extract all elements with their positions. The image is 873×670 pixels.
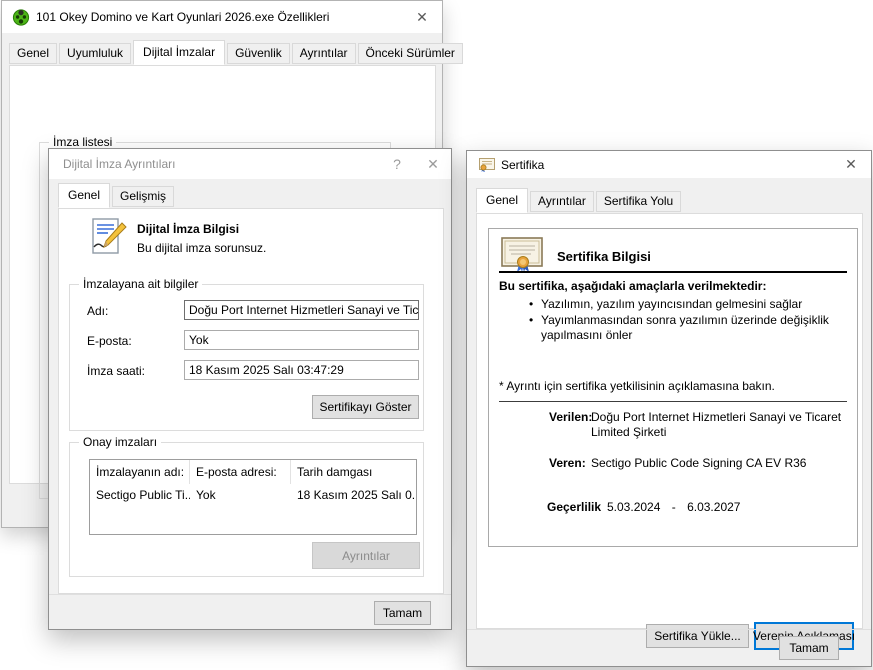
- heading-divider: [499, 271, 847, 273]
- signature-details-page: Dijital İmza Bilgisi Bu dijital imza sor…: [58, 208, 444, 594]
- countersignatures-table: İmzalayanın adı: E-posta adresi: Tarih d…: [89, 459, 417, 535]
- close-icon[interactable]: ✕: [402, 1, 442, 33]
- bullet-icon: •: [529, 313, 541, 343]
- countersignatures-group-label: Onay imzaları: [79, 435, 161, 449]
- column-header-signer[interactable]: İmzalayanın adı:: [90, 460, 190, 484]
- footer-divider: [467, 629, 871, 630]
- email-label: E-posta:: [87, 334, 132, 348]
- ok-button[interactable]: Tamam: [374, 601, 431, 625]
- signing-time-field[interactable]: 18 Kasım 2025 Salı 03:47:29: [184, 360, 419, 380]
- signature-document-icon: [88, 217, 128, 257]
- ca-statement-footnote: * Ayrıntı için sertifika yetkilisinin aç…: [499, 379, 775, 393]
- tab-guvenlik[interactable]: Güvenlik: [227, 43, 290, 64]
- view-certificate-button[interactable]: Sertifikayı Göster: [312, 395, 419, 419]
- certificate-window-title: Sertifika: [501, 158, 544, 172]
- signature-status-text: Bu dijital imza sorunsuz.: [137, 241, 266, 255]
- properties-window-title: 101 Okey Domino ve Kart Oyunlari 2026.ex…: [36, 10, 329, 24]
- countersigner-timestamp-cell: 18 Kasım 2025 Salı 0...: [291, 484, 416, 506]
- valid-from: 5.03.2024: [607, 500, 660, 514]
- tab-sertifika-yolu[interactable]: Sertifika Yolu: [596, 191, 681, 212]
- help-icon[interactable]: ?: [379, 149, 415, 179]
- signature-details-title: Dijital İmza Ayrıntıları: [63, 157, 175, 171]
- ok-button[interactable]: Tamam: [779, 636, 839, 660]
- tab-genel[interactable]: Genel: [9, 43, 57, 64]
- countersignatures-header: İmzalayanın adı: E-posta adresi: Tarih d…: [90, 460, 416, 484]
- issued-by-label: Veren:: [549, 456, 586, 470]
- list-item: • Yazılımın, yazılım yayıncısından gelme…: [529, 297, 829, 312]
- exe-app-icon: [12, 8, 30, 26]
- signing-time-label: İmza saati:: [87, 364, 145, 378]
- tab-dijital-imzalar[interactable]: Dijital İmzalar: [133, 40, 225, 65]
- certificate-icon: [479, 158, 495, 172]
- column-header-timestamp[interactable]: Tarih damgası: [291, 460, 416, 484]
- list-item: • Yayımlanmasından sonra yazılımın üzeri…: [529, 313, 829, 343]
- details-button[interactable]: Ayrıntılar: [312, 542, 420, 569]
- tab-ayrintilar[interactable]: Ayrıntılar: [530, 191, 594, 212]
- fields-divider: [499, 401, 847, 402]
- tab-gelismis[interactable]: Gelişmiş: [112, 186, 174, 207]
- purpose-title: Bu sertifika, aşağıdaki amaçlarla verilm…: [499, 279, 766, 293]
- signature-info-heading: Dijital İmza Bilgisi: [137, 222, 239, 236]
- certificate-large-icon: [501, 237, 543, 273]
- name-field[interactable]: Doğu Port Internet Hizmetleri Sanayi ve …: [184, 300, 419, 320]
- certificate-titlebar: Sertifika ✕: [467, 151, 871, 178]
- bullet-icon: •: [529, 297, 541, 312]
- tab-ayrintilar[interactable]: Ayrıntılar: [292, 43, 356, 64]
- valid-to: 6.03.2027: [687, 500, 740, 514]
- certificate-page: Sertifika Bilgisi Bu sertifika, aşağıdak…: [476, 213, 863, 629]
- certificate-dialog: Sertifika ✕ Genel Ayrıntılar Sertifika Y…: [466, 150, 872, 667]
- close-icon[interactable]: ✕: [415, 149, 451, 179]
- validity-label: Geçerlilik: [547, 500, 601, 514]
- properties-tabstrip: Genel Uyumluluk Dijital İmzalar Güvenlik…: [9, 40, 465, 64]
- countersigner-email-cell: Yok: [190, 484, 291, 506]
- email-field[interactable]: Yok: [184, 330, 419, 350]
- purpose-list: • Yazılımın, yazılım yayıncısından gelme…: [529, 297, 829, 344]
- tab-genel[interactable]: Genel: [476, 188, 528, 213]
- column-header-email[interactable]: E-posta adresi:: [190, 460, 291, 484]
- signature-details-dialog: Dijital İmza Ayrıntıları ? ✕ Genel Geliş…: [48, 148, 452, 630]
- validity-value: 5.03.2024 - 6.03.2027: [607, 500, 859, 515]
- issued-to-label: Verilen:: [549, 410, 592, 424]
- close-icon[interactable]: ✕: [831, 151, 871, 178]
- signer-info-group-label: İmzalayana ait bilgiler: [79, 277, 202, 291]
- signature-details-titlebar: Dijital İmza Ayrıntıları ? ✕: [49, 149, 451, 179]
- purpose-text: Yayımlanmasından sonra yazılımın üzerind…: [541, 313, 829, 343]
- footer-divider: [49, 594, 451, 595]
- properties-titlebar: 101 Okey Domino ve Kart Oyunlari 2026.ex…: [2, 1, 442, 33]
- issued-to-value: Doğu Port Internet Hizmetleri Sanayi ve …: [591, 410, 843, 440]
- valid-dash: -: [672, 500, 676, 514]
- name-label: Adı:: [87, 304, 108, 318]
- install-certificate-button[interactable]: Sertifika Yükle...: [646, 624, 749, 648]
- signature-details-tabstrip: Genel Gelişmiş: [58, 183, 176, 207]
- tab-genel[interactable]: Genel: [58, 183, 110, 208]
- certificate-info-panel: Sertifika Bilgisi Bu sertifika, aşağıdak…: [488, 228, 858, 547]
- table-row[interactable]: Sectigo Public Ti... Yok 18 Kasım 2025 S…: [90, 484, 416, 506]
- countersigner-name-cell: Sectigo Public Ti...: [90, 484, 190, 506]
- tab-onceki-surumler[interactable]: Önceki Sürümler: [358, 43, 463, 64]
- purpose-text: Yazılımın, yazılım yayıncısından gelmesi…: [541, 297, 802, 312]
- issued-by-value: Sectigo Public Code Signing CA EV R36: [591, 456, 843, 471]
- tab-uyumluluk[interactable]: Uyumluluk: [59, 43, 131, 64]
- signature-list-group-label: İmza listesi: [49, 135, 116, 149]
- certificate-info-heading: Sertifika Bilgisi: [557, 249, 651, 264]
- certificate-tabstrip: Genel Ayrıntılar Sertifika Yolu: [476, 188, 683, 212]
